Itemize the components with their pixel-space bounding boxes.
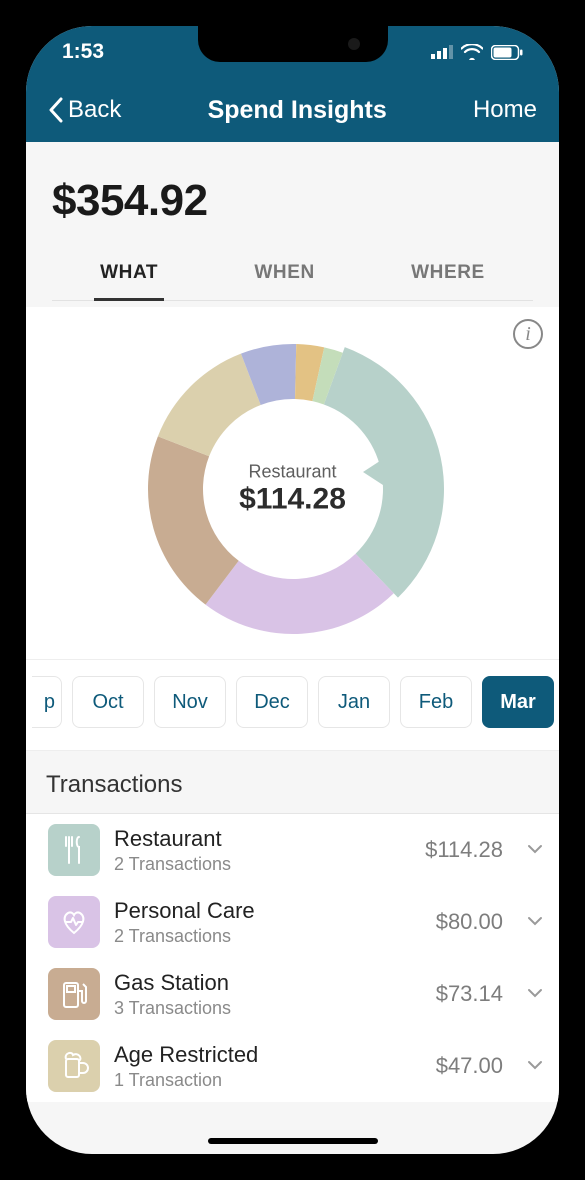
chevron-left-icon (48, 97, 64, 123)
month-chip[interactable]: Nov (154, 676, 226, 728)
transaction-name: Gas Station (114, 970, 422, 996)
transaction-count: 2 Transactions (114, 926, 422, 947)
transaction-amount: $80.00 (436, 909, 503, 935)
category-beer-icon (48, 1040, 100, 1092)
transaction-count: 3 Transactions (114, 998, 422, 1019)
transaction-row[interactable]: Age Restricted1 Transaction $47.00 (26, 1030, 559, 1102)
chevron-down-icon (527, 913, 543, 931)
transaction-amount: $114.28 (425, 837, 503, 863)
page-title: Spend Insights (208, 96, 387, 125)
donut-pointer-icon (363, 459, 383, 485)
month-chip[interactable]: Feb (400, 676, 472, 728)
chevron-down-icon (527, 841, 543, 859)
transaction-amount: $73.14 (436, 981, 503, 1007)
donut-center-value: $114.28 (239, 483, 346, 517)
transaction-list: Restaurant2 Transactions$114.28Personal … (26, 814, 559, 1102)
tab-bar: WHAT WHEN WHERE (52, 254, 533, 301)
battery-icon (491, 45, 523, 60)
donut-center-label: Restaurant (239, 462, 346, 483)
category-gas-icon (48, 968, 100, 1020)
info-icon[interactable]: i (513, 319, 543, 349)
back-label: Back (68, 96, 121, 124)
month-chip[interactable]: Dec (236, 676, 308, 728)
wifi-icon (461, 44, 483, 60)
donut-slice[interactable] (157, 354, 260, 457)
device-notch (198, 26, 388, 62)
transaction-count: 1 Transaction (114, 1070, 422, 1091)
chevron-down-icon (527, 1057, 543, 1075)
transaction-amount: $47.00 (436, 1053, 503, 1079)
chart-area: i Restaurant $114.28 (26, 307, 559, 660)
transaction-name: Restaurant (114, 826, 411, 852)
transaction-row[interactable]: Gas Station3 Transactions $73.14 (26, 958, 559, 1030)
home-button[interactable]: Home (473, 96, 537, 124)
summary-area: $354.92 WHAT WHEN WHERE (26, 142, 559, 307)
transaction-row[interactable]: Restaurant2 Transactions $114.28 (26, 814, 559, 886)
nav-bar: Back Spend Insights Home (26, 78, 559, 142)
home-indicator[interactable] (208, 1138, 378, 1144)
back-button[interactable]: Back (48, 96, 121, 124)
tab-what[interactable]: WHAT (94, 254, 164, 301)
month-chip[interactable]: Mar (482, 676, 554, 728)
donut-chart[interactable]: Restaurant $114.28 (133, 329, 453, 649)
transaction-row[interactable]: Personal Care2 Transactions $80.00 (26, 886, 559, 958)
total-spend: $354.92 (52, 176, 533, 226)
month-chip[interactable]: Oct (72, 676, 144, 728)
category-restaurant-icon (48, 824, 100, 876)
month-chip[interactable]: p (32, 676, 62, 728)
transaction-name: Personal Care (114, 898, 422, 924)
month-chip[interactable]: Jan (318, 676, 390, 728)
transaction-count: 2 Transactions (114, 854, 411, 875)
tab-where[interactable]: WHERE (405, 254, 491, 300)
cellular-icon (431, 45, 453, 59)
chevron-down-icon (527, 985, 543, 1003)
transactions-header: Transactions (26, 751, 559, 814)
tab-when[interactable]: WHEN (248, 254, 320, 300)
category-heart-icon (48, 896, 100, 948)
status-time: 1:53 (62, 40, 104, 64)
month-selector[interactable]: pOctNovDecJanFebMar (26, 660, 559, 751)
transaction-name: Age Restricted (114, 1042, 422, 1068)
